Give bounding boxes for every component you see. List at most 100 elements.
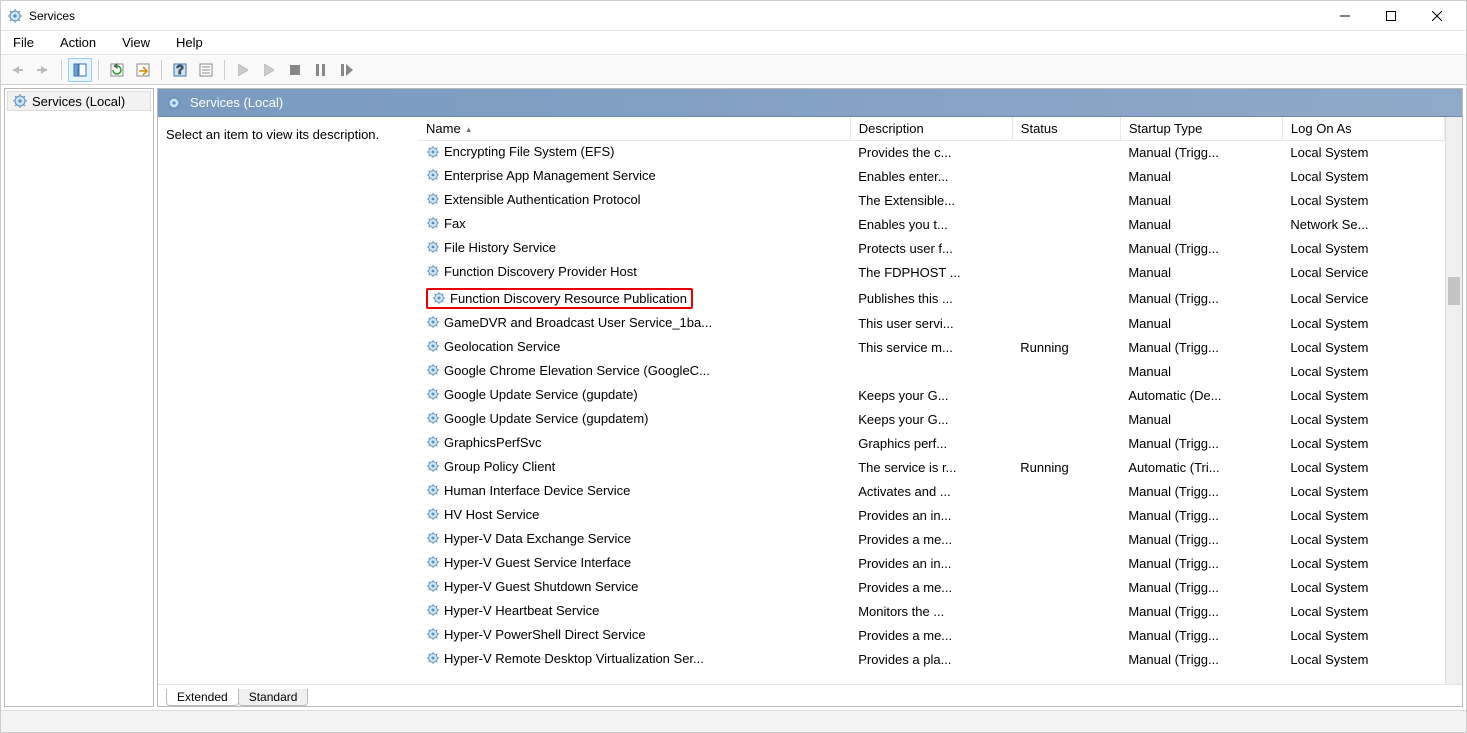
cell-name[interactable]: Function Discovery Provider Host — [418, 261, 850, 285]
service-row[interactable]: FaxEnables you t...ManualNetwork Se... — [418, 213, 1445, 237]
scrollbar-thumb[interactable] — [1448, 277, 1460, 305]
col-name[interactable]: Name▲ — [418, 117, 850, 141]
services-list[interactable]: Name▲ Description Status Startup Type Lo… — [418, 117, 1445, 684]
cell-name[interactable]: Google Update Service (gupdatem) — [418, 408, 850, 432]
cell-name[interactable]: Enterprise App Management Service — [418, 165, 850, 189]
service-row[interactable]: Hyper-V PowerShell Direct ServiceProvide… — [418, 624, 1445, 648]
cell-name[interactable]: Geolocation Service — [418, 336, 850, 360]
service-row[interactable]: Google Update Service (gupdatem)Keeps yo… — [418, 408, 1445, 432]
cell-name[interactable]: Human Interface Device Service — [418, 480, 850, 504]
cell-description — [850, 360, 1012, 384]
col-logon[interactable]: Log On As — [1282, 117, 1444, 141]
cell-name[interactable]: HV Host Service — [418, 504, 850, 528]
cell-startup: Manual (Trigg... — [1120, 336, 1282, 360]
maximize-button[interactable] — [1368, 1, 1414, 31]
service-row[interactable]: Extensible Authentication ProtocolThe Ex… — [418, 189, 1445, 213]
service-name: HV Host Service — [444, 507, 539, 522]
service-row[interactable]: Google Update Service (gupdate)Keeps you… — [418, 384, 1445, 408]
service-row[interactable]: GraphicsPerfSvcGraphics perf...Manual (T… — [418, 432, 1445, 456]
service-row[interactable]: Hyper-V Guest Shutdown ServiceProvides a… — [418, 576, 1445, 600]
cell-logon: Local System — [1282, 624, 1444, 648]
close-button[interactable] — [1414, 1, 1460, 31]
start-service-button[interactable] — [231, 58, 255, 82]
menu-file[interactable]: File — [9, 33, 38, 52]
service-row[interactable]: Google Chrome Elevation Service (GoogleC… — [418, 360, 1445, 384]
service-row[interactable]: GameDVR and Broadcast User Service_1ba..… — [418, 312, 1445, 336]
cell-name[interactable]: Function Discovery Resource Publication — [418, 285, 850, 312]
pause-service-button[interactable] — [309, 58, 333, 82]
restart-service-button[interactable] — [335, 58, 359, 82]
help-button[interactable]: ? — [168, 58, 192, 82]
gear-icon — [426, 555, 440, 569]
nav-forward-button[interactable] — [31, 58, 55, 82]
menu-action[interactable]: Action — [56, 33, 100, 52]
minimize-button[interactable] — [1322, 1, 1368, 31]
cell-name[interactable]: Google Update Service (gupdate) — [418, 384, 850, 408]
tab-standard[interactable]: Standard — [238, 689, 309, 706]
properties-button[interactable] — [194, 58, 218, 82]
service-row[interactable]: Group Policy ClientThe service is r...Ru… — [418, 456, 1445, 480]
service-row[interactable]: Function Discovery Resource PublicationP… — [418, 285, 1445, 312]
nav-back-button[interactable] — [5, 58, 29, 82]
col-status[interactable]: Status — [1012, 117, 1120, 141]
description-placeholder: Select an item to view its description. — [166, 127, 379, 142]
cell-description: Keeps your G... — [850, 408, 1012, 432]
cell-status — [1012, 504, 1120, 528]
service-row[interactable]: Hyper-V Data Exchange ServiceProvides a … — [418, 528, 1445, 552]
cell-name[interactable]: Hyper-V Remote Desktop Virtualization Se… — [418, 648, 850, 672]
cell-name[interactable]: Hyper-V Data Exchange Service — [418, 528, 850, 552]
cell-startup: Manual (Trigg... — [1120, 237, 1282, 261]
show-hide-tree-button[interactable] — [68, 58, 92, 82]
cell-status — [1012, 165, 1120, 189]
console-tree[interactable]: Services (Local) — [4, 88, 154, 707]
tab-extended[interactable]: Extended — [166, 689, 239, 706]
cell-name[interactable]: Hyper-V PowerShell Direct Service — [418, 624, 850, 648]
svg-text:?: ? — [176, 63, 184, 77]
refresh-button[interactable] — [105, 58, 129, 82]
window-title: Services — [29, 9, 1322, 23]
service-row[interactable]: Enterprise App Management ServiceEnables… — [418, 165, 1445, 189]
cell-name[interactable]: Hyper-V Guest Service Interface — [418, 552, 850, 576]
service-row[interactable]: Encrypting File System (EFS)Provides the… — [418, 141, 1445, 165]
toolbar-separator — [224, 60, 225, 80]
tree-root-item[interactable]: Services (Local) — [7, 91, 151, 111]
col-startup[interactable]: Startup Type — [1120, 117, 1282, 141]
cell-name[interactable]: Hyper-V Guest Shutdown Service — [418, 576, 850, 600]
cell-startup: Manual (Trigg... — [1120, 600, 1282, 624]
service-row[interactable]: Hyper-V Heartbeat ServiceMonitors the ..… — [418, 600, 1445, 624]
vertical-scrollbar[interactable] — [1445, 117, 1462, 684]
cell-status — [1012, 408, 1120, 432]
cell-name[interactable]: File History Service — [418, 237, 850, 261]
cell-name[interactable]: Group Policy Client — [418, 456, 850, 480]
gear-icon — [426, 603, 440, 617]
tree-root-label: Services (Local) — [32, 94, 125, 109]
service-row[interactable]: File History ServiceProtects user f...Ma… — [418, 237, 1445, 261]
service-row[interactable]: Hyper-V Guest Service InterfaceProvides … — [418, 552, 1445, 576]
cell-name[interactable]: GameDVR and Broadcast User Service_1ba..… — [418, 312, 850, 336]
export-list-button[interactable] — [131, 58, 155, 82]
stop-service-button[interactable] — [283, 58, 307, 82]
service-name: GameDVR and Broadcast User Service_1ba..… — [444, 315, 712, 330]
service-row[interactable]: HV Host ServiceProvides an in...Manual (… — [418, 504, 1445, 528]
service-row[interactable]: Geolocation ServiceThis service m...Runn… — [418, 336, 1445, 360]
cell-status — [1012, 648, 1120, 672]
cell-name[interactable]: Fax — [418, 213, 850, 237]
cell-startup: Manual — [1120, 189, 1282, 213]
cell-name[interactable]: GraphicsPerfSvc — [418, 432, 850, 456]
cell-name[interactable]: Extensible Authentication Protocol — [418, 189, 850, 213]
menu-view[interactable]: View — [118, 33, 154, 52]
cell-logon: Local System — [1282, 141, 1444, 165]
gear-icon — [426, 145, 440, 159]
col-description[interactable]: Description — [850, 117, 1012, 141]
cell-status — [1012, 285, 1120, 312]
service-row[interactable]: Function Discovery Provider HostThe FDPH… — [418, 261, 1445, 285]
gear-icon — [426, 411, 440, 425]
cell-name[interactable]: Google Chrome Elevation Service (GoogleC… — [418, 360, 850, 384]
menu-help[interactable]: Help — [172, 33, 207, 52]
cell-name[interactable]: Encrypting File System (EFS) — [418, 141, 850, 165]
start-service-button-2[interactable] — [257, 58, 281, 82]
service-row[interactable]: Hyper-V Remote Desktop Virtualization Se… — [418, 648, 1445, 672]
service-row[interactable]: Human Interface Device ServiceActivates … — [418, 480, 1445, 504]
cell-status — [1012, 432, 1120, 456]
cell-name[interactable]: Hyper-V Heartbeat Service — [418, 600, 850, 624]
